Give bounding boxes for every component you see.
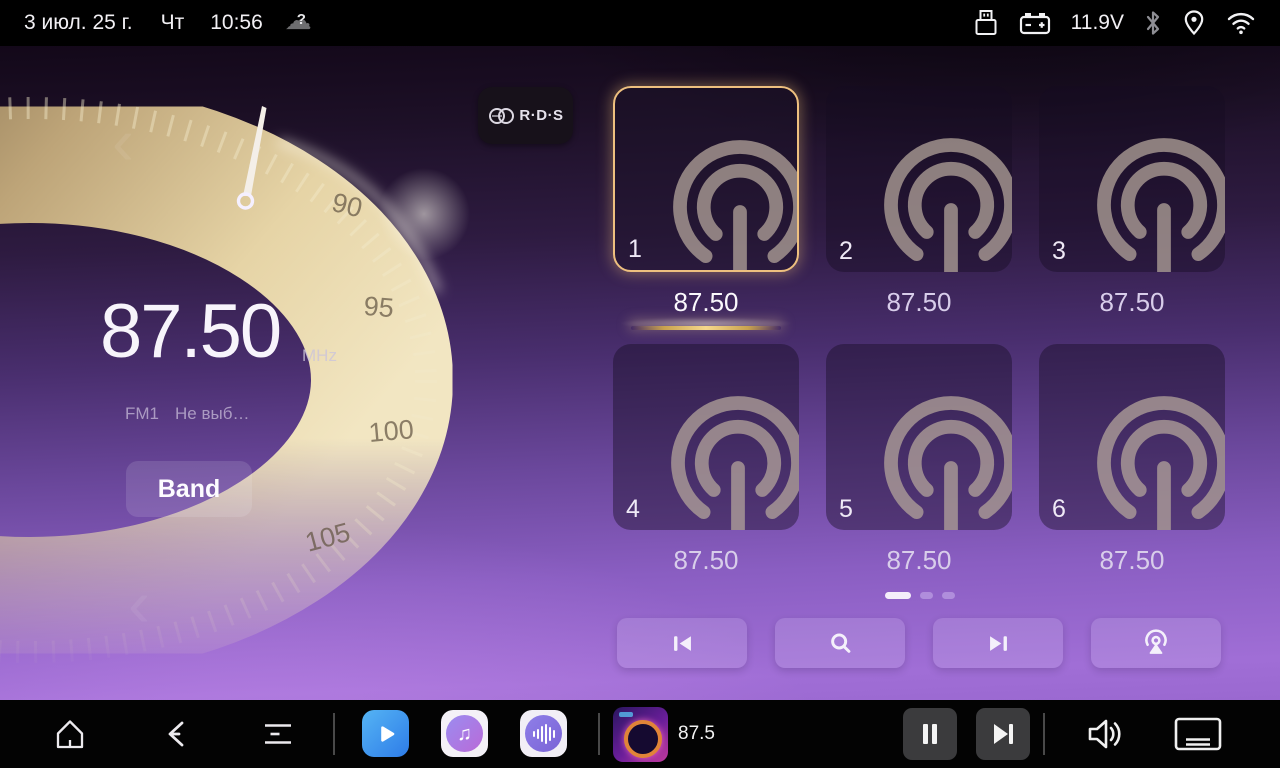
- play-icon: [371, 719, 401, 749]
- seek-left-chevron-top: ‹: [112, 104, 134, 178]
- waveform-icon: [531, 722, 557, 746]
- next-track-icon: [990, 722, 1016, 746]
- next-icon: [985, 630, 1012, 657]
- live-broadcast-button[interactable]: [1091, 618, 1221, 668]
- band-label: FM1: [125, 404, 159, 424]
- antenna-icon: [1089, 130, 1225, 272]
- status-bar: 3 июл. 25 г. Чт 10:56 ☁ ?: [0, 0, 1280, 46]
- next-track-button[interactable]: [976, 708, 1030, 760]
- preset-number: 2: [839, 237, 853, 266]
- live-broadcast-icon: [1142, 629, 1170, 657]
- seek-left-chevron-bottom: ‹: [128, 566, 150, 640]
- weather-question-badge: ?: [297, 11, 306, 28]
- music-note-icon: ♫: [457, 724, 472, 744]
- pause-icon: [918, 722, 942, 746]
- music-app-circle: ♫: [446, 715, 483, 752]
- volume-icon[interactable]: [1083, 714, 1127, 754]
- divider: [333, 713, 335, 755]
- preset-number: 1: [628, 235, 642, 264]
- divider: [1043, 713, 1045, 755]
- preset-page-indicator: [613, 592, 1226, 599]
- preset-tile[interactable]: 4: [613, 344, 799, 530]
- voice-app-icon[interactable]: [520, 710, 567, 757]
- preset-frequency: 87.50: [1099, 545, 1164, 576]
- antenna-icon: [665, 132, 799, 272]
- dial-ring: [0, 108, 470, 652]
- preset-number: 4: [626, 495, 640, 524]
- preset-tile[interactable]: 3: [1039, 86, 1225, 272]
- location-icon[interactable]: [1182, 9, 1206, 37]
- wifi-icon[interactable]: [1226, 10, 1256, 36]
- previous-icon: [669, 630, 696, 657]
- station-name: Не выб…: [175, 404, 249, 424]
- battery-voltage: 11.9V: [1071, 11, 1124, 35]
- search-stations-button[interactable]: [775, 618, 905, 668]
- preset-frequency: 87.50: [886, 287, 951, 318]
- radio-app-screen: 3 июл. 25 г. Чт 10:56 ☁ ?: [0, 0, 1280, 768]
- next-station-button[interactable]: [933, 618, 1063, 668]
- preset-number: 6: [1052, 495, 1066, 524]
- antenna-icon: [876, 130, 1012, 272]
- band-button[interactable]: Band: [126, 461, 252, 517]
- dial-label-95: 95: [363, 291, 396, 324]
- status-time: 10:56: [210, 11, 263, 35]
- rds-badge: R·D·S: [478, 87, 573, 144]
- previous-station-button[interactable]: [617, 618, 747, 668]
- pause-button[interactable]: [903, 708, 957, 760]
- now-playing-frequency: 87.5: [678, 723, 715, 745]
- antenna-icon: [1089, 388, 1225, 530]
- preset-tile[interactable]: 2: [826, 86, 1012, 272]
- preset-tile[interactable]: 5: [826, 344, 1012, 530]
- music-app-icon[interactable]: ♫: [441, 710, 488, 757]
- dial-label-100: 100: [367, 414, 415, 448]
- preset-tile[interactable]: 1: [613, 86, 799, 272]
- home-icon[interactable]: [52, 716, 88, 752]
- preset-frequency: 87.50: [673, 545, 738, 576]
- tuner-dial[interactable]: 90 95 100 105 ‹ ‹: [0, 46, 560, 700]
- divider: [598, 713, 600, 755]
- status-weekday: Чт: [161, 11, 185, 35]
- nav-bar: ♫ 87.5: [0, 700, 1280, 768]
- page-dot-active[interactable]: [885, 592, 911, 599]
- antenna-icon: [663, 388, 799, 530]
- preset-tile[interactable]: 6: [1039, 344, 1225, 530]
- tuner-main: 90 95 100 105 ‹ ‹ 87.50 MHz FM1 Не выб… …: [0, 46, 1280, 700]
- page-dot[interactable]: [920, 592, 933, 599]
- current-frequency: 87.50: [100, 294, 280, 370]
- usb-icon: [973, 9, 999, 37]
- album-art[interactable]: [613, 707, 668, 762]
- tasks-icon[interactable]: [258, 714, 298, 754]
- antenna-icon: [876, 388, 1012, 530]
- search-icon: [827, 630, 854, 657]
- preset-grid: 1 87.50 2 87.50: [613, 86, 1226, 590]
- preset-number: 5: [839, 495, 853, 524]
- weather-icon[interactable]: ☁ ?: [285, 8, 319, 38]
- screen-off-icon[interactable]: [1172, 714, 1224, 754]
- status-date: 3 июл. 25 г.: [24, 11, 133, 35]
- bluetooth-icon[interactable]: [1144, 9, 1162, 37]
- video-player-app-icon[interactable]: [362, 710, 409, 757]
- car-battery-icon: [1019, 10, 1051, 36]
- back-icon[interactable]: [160, 717, 194, 751]
- preset-number: 3: [1052, 237, 1066, 266]
- page-dot[interactable]: [942, 592, 955, 599]
- voice-app-circle: [525, 715, 562, 752]
- rds-label: R·D·S: [519, 107, 563, 124]
- preset-frequency: 87.50: [1099, 287, 1164, 318]
- rds-logo-icon: [487, 105, 517, 127]
- frequency-unit: MHz: [302, 346, 337, 366]
- preset-frequency: 87.50: [673, 287, 738, 318]
- preset-frequency: 87.50: [886, 545, 951, 576]
